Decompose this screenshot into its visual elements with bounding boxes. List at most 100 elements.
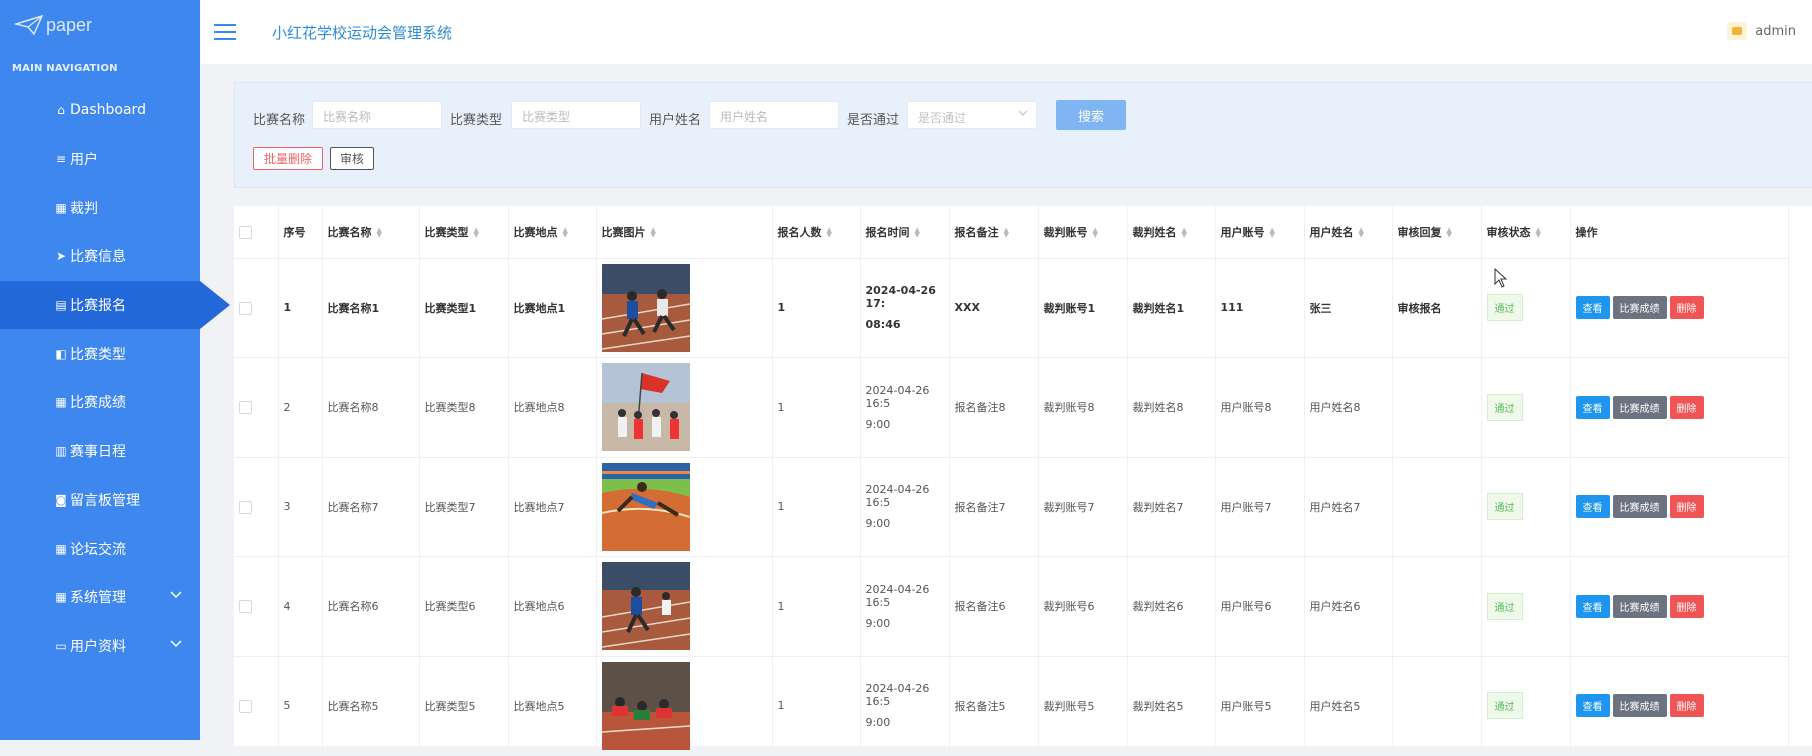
match-name-label: 比赛名称 bbox=[253, 113, 306, 128]
column-header[interactable]: 报名时间 ▲ ▼ bbox=[860, 206, 950, 259]
row-select-cell[interactable] bbox=[234, 357, 279, 458]
cell-count: 1 bbox=[772, 656, 861, 756]
delete-button[interactable]: 删除 bbox=[1669, 594, 1704, 618]
match-photo-image[interactable] bbox=[601, 363, 690, 452]
view-button[interactable]: 查看 bbox=[1575, 296, 1610, 320]
delete-button[interactable]: 删除 bbox=[1669, 395, 1704, 419]
column-header[interactable]: 比赛类型 ▲ ▼ bbox=[419, 206, 509, 259]
column-header[interactable]: 裁判姓名 ▲ ▼ bbox=[1127, 206, 1216, 259]
table-row: 1 比赛名称1 比赛类型1 比赛地点1 1 2024-04-26 17: 08:4… bbox=[234, 258, 1789, 358]
column-label: 裁判姓名 bbox=[1132, 225, 1177, 239]
match-photo-image[interactable] bbox=[601, 661, 690, 750]
mouse-cursor-icon bbox=[1494, 268, 1508, 288]
app-title: 小红花学校运动会管理系统 bbox=[272, 24, 453, 42]
row-checkbox[interactable] bbox=[239, 699, 252, 713]
column-header[interactable]: 报名备注 ▲ ▼ bbox=[949, 206, 1039, 259]
sort-icon[interactable]: ▲ ▼ bbox=[1093, 226, 1098, 238]
chevron-down-icon bbox=[1018, 110, 1028, 116]
sort-icon[interactable]: ▲ ▼ bbox=[651, 226, 656, 238]
match-photo-image[interactable] bbox=[601, 263, 690, 352]
nav-item-referee[interactable]: ▦ 裁判 bbox=[0, 183, 200, 232]
column-header[interactable]: 比赛图片 ▲ ▼ bbox=[596, 206, 773, 259]
score-button[interactable]: 比赛成绩 bbox=[1612, 296, 1667, 320]
score-button[interactable]: 比赛成绩 bbox=[1612, 395, 1667, 419]
batch-delete-button[interactable]: 批量删除 bbox=[253, 147, 324, 170]
score-button[interactable]: 比赛成绩 bbox=[1612, 694, 1667, 718]
column-label: 操作 bbox=[1575, 225, 1598, 239]
sort-icon[interactable]: ▲ ▼ bbox=[1359, 226, 1364, 238]
select-all-cell[interactable] bbox=[234, 206, 279, 259]
match-photo-image[interactable] bbox=[601, 562, 690, 651]
cell-time: 2024-04-26 17: 08:46 bbox=[860, 258, 950, 358]
nav-item-match-score[interactable]: ▦ 比赛成绩 bbox=[0, 378, 200, 427]
nav-item-users[interactable]: ≡ 用户 bbox=[0, 135, 200, 184]
score-button[interactable]: 比赛成绩 bbox=[1612, 495, 1667, 519]
delete-button[interactable]: 删除 bbox=[1669, 495, 1704, 519]
cell-referee-account: 裁判账号6 bbox=[1038, 556, 1128, 657]
delete-button[interactable]: 删除 bbox=[1669, 694, 1704, 718]
column-header[interactable]: 比赛地点 ▲ ▼ bbox=[508, 206, 597, 259]
user-name-input[interactable]: 用户姓名 bbox=[709, 101, 839, 129]
view-button[interactable]: 查看 bbox=[1575, 395, 1610, 419]
nav-item-dashboard[interactable]: ⌂ Dashboard bbox=[0, 86, 200, 135]
view-button[interactable]: 查看 bbox=[1575, 495, 1610, 519]
nav-item-messages[interactable]: ◙ 留言板管理 bbox=[0, 476, 200, 525]
nav-item-match-type[interactable]: ◧ 比赛类型 bbox=[0, 329, 200, 378]
sort-icon[interactable]: ▲ ▼ bbox=[563, 226, 568, 238]
row-checkbox[interactable] bbox=[239, 401, 252, 414]
nav-item-profile[interactable]: ▭ 用户资料 bbox=[0, 622, 200, 671]
nav-item-match-info[interactable]: ➤ 比赛信息 bbox=[0, 232, 200, 281]
pass-filter-select[interactable]: 是否通过 bbox=[907, 101, 1037, 129]
match-type-input[interactable]: 比赛类型 bbox=[511, 101, 641, 129]
cell-place: 比赛地点6 bbox=[508, 556, 597, 657]
nav-label: 比赛成绩 bbox=[70, 395, 126, 412]
nav-item-schedule[interactable]: ▥ 赛事日程 bbox=[0, 427, 200, 476]
sort-icon[interactable]: ▲ ▼ bbox=[915, 226, 920, 238]
user-menu[interactable]: admin bbox=[1727, 22, 1796, 40]
row-checkbox[interactable] bbox=[239, 500, 252, 514]
logo[interactable]: paper bbox=[14, 14, 92, 36]
cell-note: 报名备注7 bbox=[949, 457, 1039, 557]
sort-icon[interactable]: ▲ ▼ bbox=[1536, 226, 1541, 238]
sort-icon[interactable]: ▲ ▼ bbox=[1447, 226, 1452, 238]
nav-item-system[interactable]: ▦ 系统管理 bbox=[0, 573, 200, 622]
row-select-cell[interactable] bbox=[234, 556, 279, 657]
column-header[interactable]: 审核回复 ▲ ▼ bbox=[1392, 206, 1482, 259]
row-select-cell[interactable] bbox=[234, 656, 279, 756]
cell-match-type: 比赛类型5 bbox=[419, 656, 509, 756]
hamburger-menu-icon[interactable] bbox=[214, 24, 236, 45]
sort-icon[interactable]: ▲ ▼ bbox=[1182, 226, 1187, 238]
sort-icon[interactable]: ▲ ▼ bbox=[827, 226, 832, 238]
row-checkbox[interactable] bbox=[239, 600, 252, 613]
audit-button[interactable]: 审核 bbox=[330, 147, 375, 170]
row-select-cell[interactable] bbox=[234, 457, 279, 557]
nav-item-match-signup[interactable]: ▤ 比赛报名 bbox=[0, 280, 230, 330]
cell-no: 1 bbox=[278, 258, 323, 358]
column-label: 报名备注 bbox=[954, 225, 999, 239]
select-all-checkbox[interactable] bbox=[239, 225, 252, 239]
book-icon: ◧ bbox=[55, 346, 67, 361]
column-header[interactable]: 裁判账号 ▲ ▼ bbox=[1038, 206, 1128, 259]
column-header[interactable]: 用户账号 ▲ ▼ bbox=[1215, 206, 1305, 259]
match-photo-image[interactable] bbox=[601, 462, 690, 551]
avatar bbox=[1727, 22, 1748, 40]
view-button[interactable]: 查看 bbox=[1575, 594, 1610, 618]
column-header[interactable]: 报名人数 ▲ ▼ bbox=[772, 206, 861, 259]
column-header[interactable]: 审核状态 ▲ ▼ bbox=[1481, 206, 1571, 259]
sort-icon[interactable]: ▲ ▼ bbox=[474, 226, 479, 238]
score-button[interactable]: 比赛成绩 bbox=[1612, 594, 1667, 618]
search-button[interactable]: 搜索 bbox=[1056, 100, 1126, 130]
nav-item-forum[interactable]: ▦ 论坛交流 bbox=[0, 524, 200, 573]
cell-time: 2024-04-26 16:5 9:00 bbox=[860, 357, 950, 458]
column-header[interactable]: 用户姓名 ▲ ▼ bbox=[1304, 206, 1393, 259]
sort-icon[interactable]: ▲ ▼ bbox=[1270, 226, 1275, 238]
view-button[interactable]: 查看 bbox=[1575, 694, 1610, 718]
sort-icon[interactable]: ▲ ▼ bbox=[377, 226, 382, 238]
column-header[interactable]: 比赛名称 ▲ ▼ bbox=[322, 206, 420, 259]
delete-button[interactable]: 删除 bbox=[1669, 296, 1704, 320]
sort-icon[interactable]: ▲ ▼ bbox=[1004, 226, 1009, 238]
match-name-input[interactable]: 比赛名称 bbox=[312, 101, 442, 129]
row-checkbox[interactable] bbox=[239, 301, 252, 315]
cell-referee-account: 裁判账号5 bbox=[1038, 656, 1128, 756]
row-select-cell[interactable] bbox=[234, 258, 279, 358]
